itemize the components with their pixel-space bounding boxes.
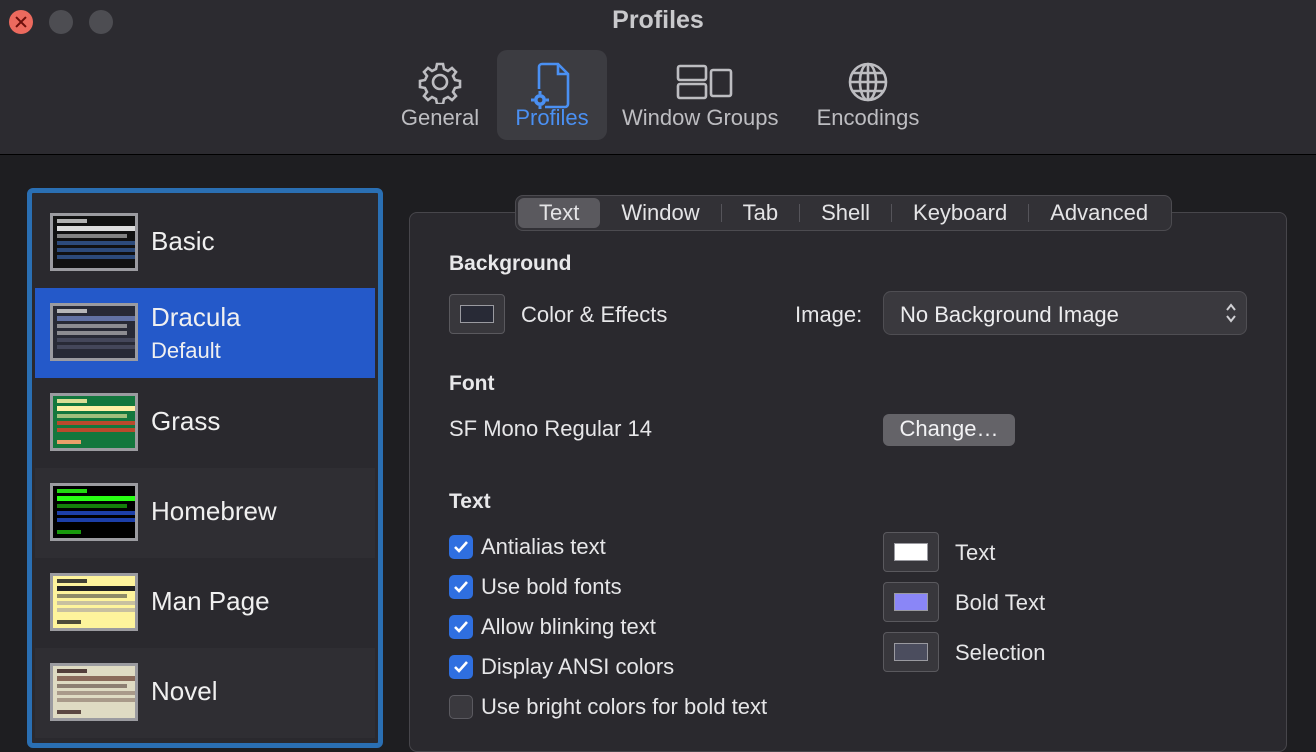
bright-colors-label: Use bright colors for bold text (481, 694, 768, 719)
profile-document-icon (531, 62, 570, 109)
bold-text-color-label: Bold Text (955, 590, 1046, 615)
profile-thumbnail (50, 393, 138, 451)
tab-tab[interactable]: Tab (722, 198, 799, 228)
color-effects-label: Color & Effects (521, 302, 668, 327)
bold-text-color-swatch[interactable] (883, 582, 939, 622)
background-image-select[interactable]: No Background Image (883, 291, 1247, 335)
toolbar-general-label: General (400, 105, 480, 130)
profile-item-grass[interactable]: Grass (35, 378, 375, 468)
globe-icon (848, 62, 888, 102)
antialias-label: Antialias text (481, 534, 606, 559)
profile-default-label: Default (151, 338, 221, 363)
checkmark-icon (454, 661, 468, 673)
tab-shell[interactable]: Shell (800, 198, 891, 228)
antialias-checkbox[interactable] (449, 535, 473, 559)
profile-item-novel[interactable]: Novel (35, 648, 375, 738)
profile-item-basic[interactable]: Basic (35, 198, 375, 288)
profile-list: Basic Dracula Default Grass Homebrew Man… (27, 188, 383, 748)
font-heading: Font (449, 372, 495, 395)
profile-thumbnail (50, 303, 138, 361)
bright-colors-checkbox[interactable] (449, 695, 473, 719)
profile-item-dracula[interactable]: Dracula Default (35, 288, 375, 378)
ansi-colors-checkbox[interactable] (449, 655, 473, 679)
background-color-swatch[interactable] (449, 294, 505, 334)
bold-fonts-label: Use bold fonts (481, 574, 622, 599)
gear-icon (418, 62, 462, 104)
toolbar-profiles-button[interactable]: Profiles (497, 50, 607, 140)
tab-text[interactable]: Text (518, 198, 601, 228)
font-value: SF Mono Regular 14 (449, 416, 652, 441)
bold-fonts-checkbox[interactable] (449, 575, 473, 599)
window-title: Profiles (612, 6, 704, 34)
profile-item-homebrew[interactable]: Homebrew (35, 468, 375, 558)
text-heading: Text (449, 490, 491, 513)
toolbar-window-groups-label: Window Groups (622, 105, 779, 130)
tab-keyboard[interactable]: Keyboard (892, 198, 1028, 228)
chevron-up-down-icon (1226, 303, 1236, 323)
toolbar: Profiles General Profiles Window Groups … (0, 0, 1316, 155)
selection-color-label: Selection (955, 640, 1046, 665)
profile-name: Dracula (151, 302, 241, 332)
checkmark-icon (454, 581, 468, 593)
blinking-text-label: Allow blinking text (481, 614, 656, 639)
profile-name: Man Page (151, 586, 270, 616)
window-groups-icon (676, 64, 733, 100)
profile-item-man-page[interactable]: Man Page (35, 558, 375, 648)
profile-thumbnail (50, 483, 138, 541)
toolbar-general-button[interactable]: General (392, 50, 488, 140)
blinking-text-checkbox[interactable] (449, 615, 473, 639)
background-image-value: No Background Image (900, 302, 1119, 327)
background-heading: Background (449, 252, 572, 275)
profile-thumbnail (50, 213, 138, 271)
profile-name: Novel (151, 676, 218, 706)
image-label: Image: (795, 302, 863, 327)
profile-thumbnail (50, 573, 138, 631)
toolbar-window-groups-button[interactable]: Window Groups (616, 50, 792, 140)
change-font-button[interactable]: Change… (883, 414, 1015, 446)
settings-tabs: Text Window Tab Shell Keyboard Advanced (515, 195, 1173, 231)
toolbar-profiles-label: Profiles (515, 105, 589, 130)
selection-color-swatch[interactable] (883, 632, 939, 672)
toolbar-encodings-label: Encodings (816, 105, 920, 130)
tab-advanced[interactable]: Advanced (1029, 198, 1169, 228)
text-color-label: Text (955, 540, 996, 565)
profile-name: Basic (151, 226, 215, 256)
checkmark-icon (454, 541, 468, 553)
profile-thumbnail (50, 663, 138, 721)
checkmark-icon (454, 621, 468, 633)
tab-window[interactable]: Window (600, 198, 720, 228)
profile-name: Homebrew (151, 496, 277, 526)
ansi-colors-label: Display ANSI colors (481, 654, 675, 679)
text-color-swatch[interactable] (883, 532, 939, 572)
toolbar-encodings-button[interactable]: Encodings (808, 50, 928, 140)
profile-name: Grass (151, 406, 221, 436)
